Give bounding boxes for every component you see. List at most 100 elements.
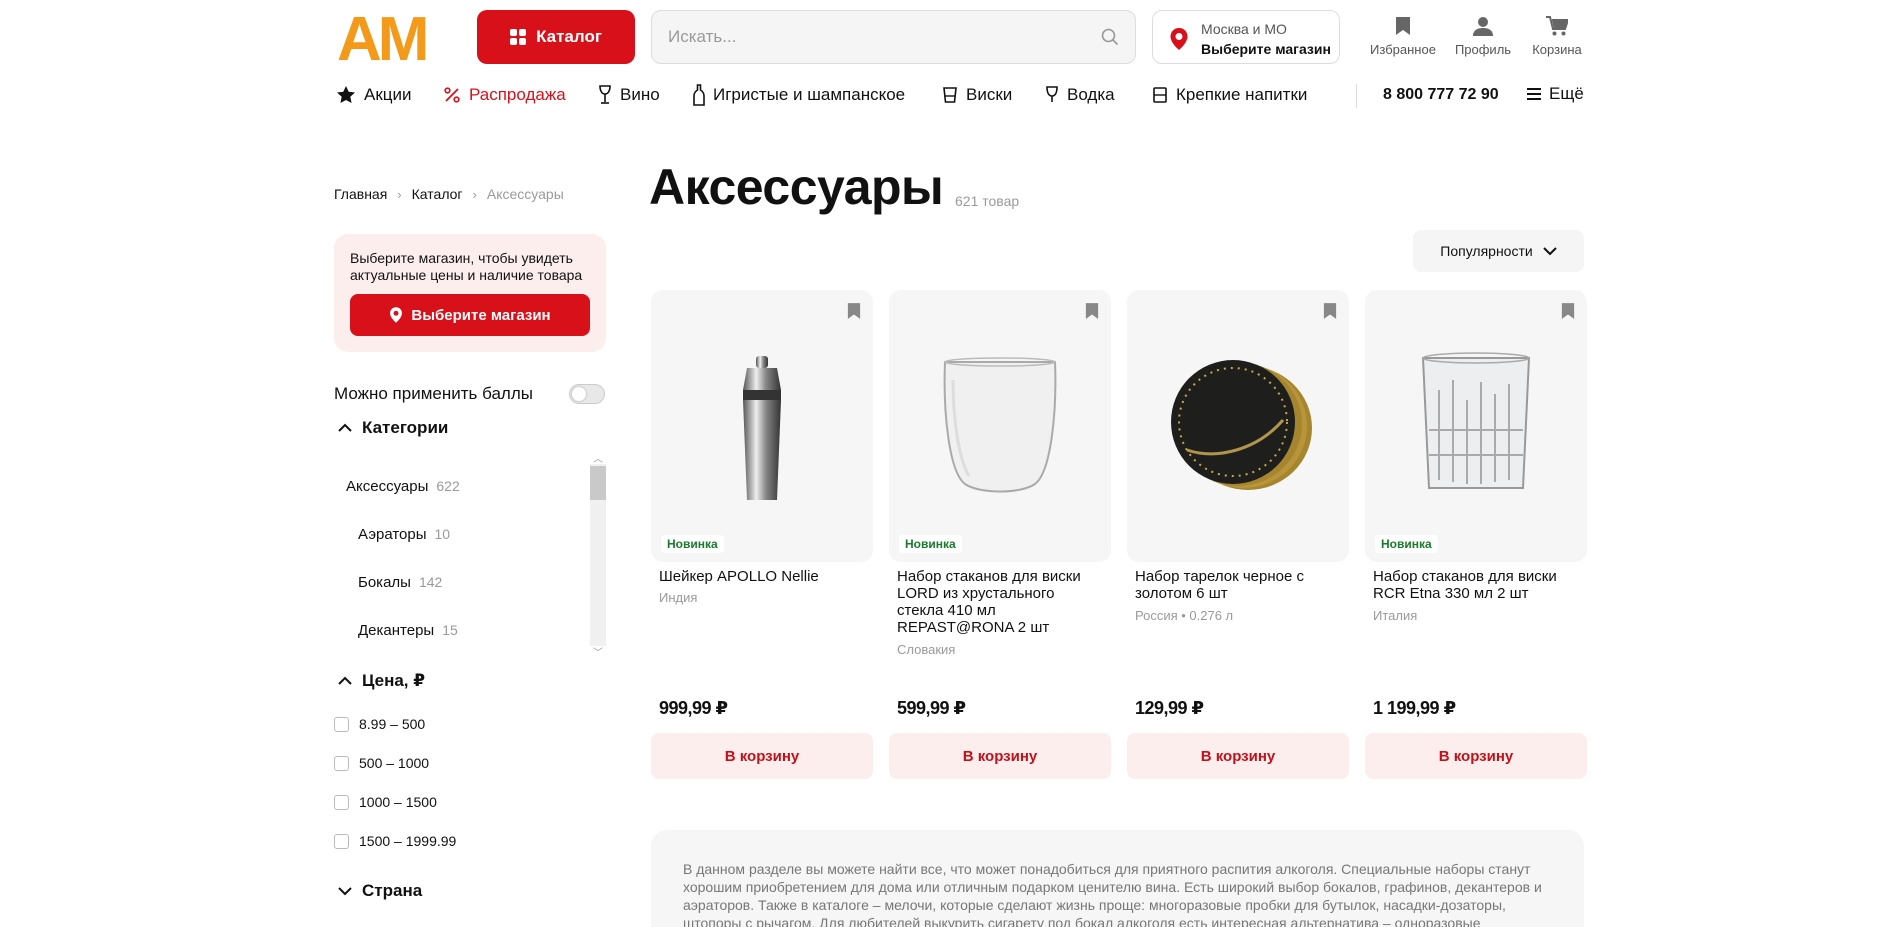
scrollbar-thumb[interactable] (590, 466, 606, 500)
category-scrollbar[interactable]: ︿ ﹀ (588, 450, 606, 659)
more-menu-button[interactable]: Ещё (1527, 84, 1584, 104)
category-item[interactable]: Аэраторы 10 (358, 526, 450, 543)
product-name[interactable]: Набор стаканов для виски LORD из хрустал… (897, 568, 1103, 636)
search-icon[interactable] (1101, 28, 1119, 51)
breadcrumb-current: Аксессуары (486, 186, 564, 202)
scroll-up-icon[interactable]: ︿ (593, 450, 603, 465)
product-image[interactable] (1127, 290, 1349, 562)
points-toggle[interactable] (569, 384, 605, 404)
tumbler-icon (1153, 87, 1167, 103)
categories-title: Категории (362, 418, 449, 437)
catalog-button[interactable]: Каталог (477, 10, 635, 64)
add-to-cart-button[interactable]: В корзину (889, 733, 1111, 779)
nav-label: Крепкие напитки (1176, 85, 1308, 104)
bookmark-icon[interactable] (1323, 302, 1337, 325)
product-name[interactable]: Набор стаканов для виски RCR Etna 330 мл… (1373, 568, 1579, 602)
favorites-link[interactable]: Избранное (1365, 16, 1441, 57)
country-title: Страна (362, 881, 423, 900)
product-image[interactable]: Новинка (889, 290, 1111, 562)
checkbox[interactable] (334, 794, 349, 810)
store-prompt-text: Выберите магазин, чтобы увидеть актуальн… (350, 250, 583, 283)
nav-label: Распродажа (469, 85, 566, 104)
more-label: Ещё (1549, 84, 1584, 103)
bookmark-icon[interactable] (847, 302, 861, 325)
logo-text: AM (337, 8, 426, 66)
category-count: 622 (436, 478, 460, 494)
product-price: 599,99 ₽ (897, 698, 966, 718)
chevron-up-icon (338, 423, 352, 432)
search-bar (651, 10, 1136, 64)
price-range-option[interactable]: 1000 – 1500 (334, 794, 437, 810)
category-list: Аксессуары 622 Аэраторы 10 Бокалы 142 Декан… (334, 450, 606, 660)
product-card[interactable]: Новинка Набор стаканов для виски RCR Etn… (1365, 290, 1587, 780)
add-to-cart-button[interactable]: В корзину (1365, 733, 1587, 779)
nav-item-whisky[interactable]: Виски (942, 84, 1012, 106)
nav-item-sparkling[interactable]: Игристые и шампанское (693, 84, 905, 106)
profile-link[interactable]: Профиль (1450, 16, 1516, 57)
price-range-option[interactable]: 1500 – 1999.99 (334, 833, 456, 849)
scroll-down-icon[interactable]: ﹀ (593, 644, 603, 659)
category-item[interactable]: Бокалы 142 (358, 574, 442, 591)
product-name[interactable]: Набор тарелок черное с золотом 6 шт (1135, 568, 1341, 602)
nav-label: Водка (1067, 85, 1115, 104)
product-price: 129,99 ₽ (1135, 698, 1204, 718)
price-section-header[interactable]: Цена, ₽ (338, 671, 425, 691)
nav-item-sale[interactable]: Распродажа (443, 84, 566, 106)
sort-dropdown[interactable]: Популярности (1413, 230, 1584, 272)
bookmark-icon (1396, 17, 1410, 35)
breadcrumb-home[interactable]: Главная (334, 186, 387, 202)
checkbox[interactable] (334, 755, 349, 771)
category-item[interactable]: Декантеры 15 (358, 622, 458, 639)
nav-label: Акции (364, 85, 412, 104)
bookmark-icon[interactable] (1561, 302, 1575, 325)
product-card[interactable]: Новинка Шейкер APOLLO Nellie Индия 999,9… (651, 290, 873, 780)
categories-section-header[interactable]: Категории (338, 418, 448, 438)
checkbox[interactable] (334, 833, 349, 849)
phone-number[interactable]: 8 800 777 72 90 (1383, 86, 1499, 104)
category-count: 15 (442, 622, 458, 638)
star-icon (337, 86, 355, 103)
product-image[interactable]: Новинка (1365, 290, 1587, 562)
product-image[interactable]: Новинка (651, 290, 873, 562)
add-to-cart-button[interactable]: В корзину (651, 733, 873, 779)
logo[interactable]: AM (337, 5, 459, 74)
breadcrumb-catalog[interactable]: Каталог (412, 186, 463, 202)
price-range-option[interactable]: 8.99 – 500 (334, 716, 425, 732)
add-to-cart-button[interactable]: В корзину (1127, 733, 1349, 779)
nav-label: Игристые и шампанское (713, 85, 906, 104)
nav-item-promotions[interactable]: Акции (336, 84, 412, 106)
store-selector[interactable]: Москва и МО Выберите магазин (1152, 10, 1340, 64)
bookmark-icon[interactable] (1085, 302, 1099, 325)
country-section-header[interactable]: Страна (338, 881, 422, 901)
price-range-label: 500 – 1000 (359, 755, 430, 771)
price-title: Цена, ₽ (362, 671, 426, 690)
category-label: Аксессуары (346, 478, 429, 495)
category-count: 142 (418, 574, 443, 590)
choose-store-button[interactable]: Выберите магазин (350, 294, 590, 336)
search-input[interactable] (668, 11, 1088, 63)
sort-label: Популярности (1440, 243, 1533, 259)
chevron-right-icon: › (472, 186, 477, 202)
product-name[interactable]: Шейкер APOLLO Nellie (659, 568, 865, 585)
product-card[interactable]: Набор тарелок черное с золотом 6 шт Росс… (1127, 290, 1349, 780)
chevron-down-icon (338, 887, 352, 896)
nav-item-wine[interactable]: Вино (598, 84, 660, 106)
price-range-label: 1500 – 1999.99 (359, 833, 457, 849)
cart-link[interactable]: Корзина (1522, 16, 1592, 57)
nav-item-vodka[interactable]: Водка (1045, 84, 1115, 106)
page-title: Аксессуары (649, 159, 944, 215)
product-country: Словакия (897, 642, 956, 657)
category-item[interactable]: Аксессуары 622 (346, 478, 460, 495)
plates-image (1171, 360, 1312, 490)
seo-description-box: В данном разделе вы можете найти все, чт… (651, 830, 1584, 927)
nav-divider (1356, 84, 1357, 108)
product-card[interactable]: Новинка Набор стаканов для виски LORD из… (889, 290, 1111, 780)
favorites-label: Избранное (1370, 42, 1436, 57)
chevron-up-icon (338, 676, 352, 685)
checkbox[interactable] (334, 716, 349, 732)
wine-glass-icon (599, 85, 611, 104)
store-region: Москва и МО (1201, 21, 1287, 37)
main-nav: Акции Распродажа Вино Игристые и шампанс… (0, 78, 1903, 112)
price-range-option[interactable]: 500 – 1000 (334, 755, 429, 771)
nav-item-spirits[interactable]: Крепкие напитки (1152, 84, 1307, 106)
